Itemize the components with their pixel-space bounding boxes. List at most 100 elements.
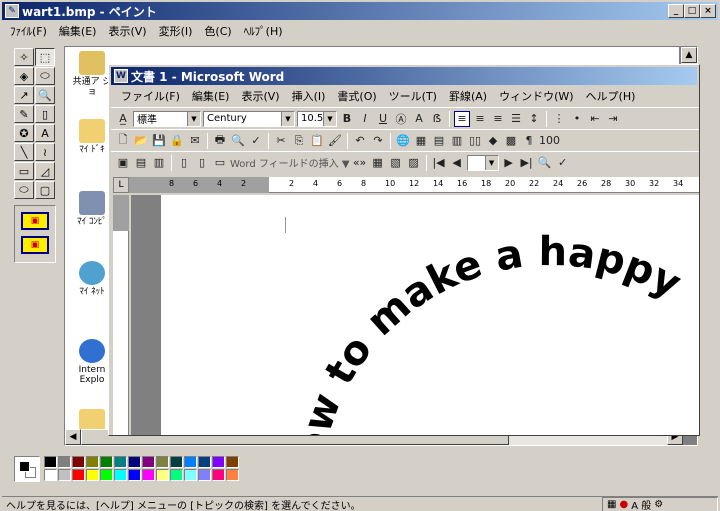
color-swatch[interactable] xyxy=(58,469,71,481)
color-swatch[interactable] xyxy=(72,469,85,481)
word-menu-edit[interactable]: 編集(E) xyxy=(186,88,236,104)
document-map-icon[interactable]: ▩ xyxy=(503,133,519,149)
fill-tool[interactable]: ⬭ xyxy=(35,67,55,85)
color-swatch[interactable] xyxy=(198,456,211,468)
polygon-tool[interactable]: ◿ xyxy=(35,162,55,180)
color-swatch[interactable] xyxy=(184,469,197,481)
line-tool[interactable]: ╲ xyxy=(14,143,34,161)
drawing-icon[interactable]: ◆ xyxy=(485,133,501,149)
word-menu-file[interactable]: ファイル(F) xyxy=(115,88,186,104)
hyperlink-icon[interactable]: 🌐 xyxy=(395,133,411,149)
transparent-option-icon[interactable]: ▣ xyxy=(21,236,49,254)
color-swatch[interactable] xyxy=(86,469,99,481)
align-center-icon[interactable]: ≡ xyxy=(472,111,488,127)
color-swatch[interactable] xyxy=(100,469,113,481)
settings-icon[interactable]: ⚙ xyxy=(654,499,663,510)
color-swatch[interactable] xyxy=(86,456,99,468)
word-menu-format[interactable]: 書式(O) xyxy=(331,88,382,104)
columns-icon[interactable]: ▯▯ xyxy=(467,133,483,149)
insert-greeting-icon[interactable]: ▯ xyxy=(194,155,210,171)
highlight-fields-icon[interactable]: ▦ xyxy=(370,155,386,171)
word-menu-insert[interactable]: 挿入(I) xyxy=(286,88,332,104)
tables-borders-icon[interactable]: ▦ xyxy=(413,133,429,149)
underline-icon[interactable]: U xyxy=(375,111,391,127)
increase-indent-icon[interactable]: ⇥ xyxy=(605,111,621,127)
color-swatch[interactable] xyxy=(142,456,155,468)
font-combo[interactable]: Century xyxy=(203,110,295,127)
color-swatch[interactable] xyxy=(170,456,183,468)
text-tool[interactable]: A xyxy=(35,124,55,142)
new-document-icon[interactable]: 🗋 xyxy=(115,133,131,149)
color-swatch[interactable] xyxy=(212,456,225,468)
color-swatch[interactable] xyxy=(128,456,141,468)
word-menu-help[interactable]: ヘルプ(H) xyxy=(580,88,642,104)
insert-table-icon[interactable]: ▤ xyxy=(431,133,447,149)
color-swatch[interactable] xyxy=(170,469,183,481)
decrease-indent-icon[interactable]: ⇤ xyxy=(587,111,603,127)
color-swatch[interactable] xyxy=(72,456,85,468)
opaque-option-icon[interactable]: ▣ xyxy=(21,212,49,230)
zoom-value[interactable]: 100 xyxy=(539,133,560,149)
menu-view[interactable]: 表示(V) xyxy=(102,23,152,39)
numbering-icon[interactable]: ⋮ xyxy=(551,111,567,127)
color-swatch[interactable] xyxy=(44,456,57,468)
color-swatch[interactable] xyxy=(226,456,239,468)
airbrush-tool[interactable]: ✪ xyxy=(14,124,34,142)
color-swatch[interactable] xyxy=(114,469,127,481)
record-input[interactable] xyxy=(466,154,499,171)
menu-image[interactable]: 変形(I) xyxy=(153,23,199,39)
align-right-icon[interactable]: ≡ xyxy=(490,111,506,127)
menu-file[interactable]: ﾌｧｲﾙ(F) xyxy=(4,23,53,39)
save-icon[interactable]: 💾 xyxy=(151,133,167,149)
shading-char-icon[interactable]: A xyxy=(411,111,427,127)
pencil-tool[interactable]: ✎ xyxy=(14,105,34,123)
align-justify-icon[interactable]: ≡ xyxy=(454,110,470,127)
word-field-insert[interactable]: Word フィールドの挿入 ▼ xyxy=(230,155,350,171)
word-titlebar[interactable]: W 文書 1 - Microsoft Word xyxy=(111,67,697,85)
insert-excel-icon[interactable]: ▥ xyxy=(449,133,465,149)
color-swatch[interactable] xyxy=(226,469,239,481)
word-menu-window[interactable]: ウィンドウ(W) xyxy=(493,88,579,104)
spelling-icon[interactable]: ✓ xyxy=(248,133,264,149)
bullets-icon[interactable]: • xyxy=(569,111,585,127)
rect-select-tool[interactable]: ⬚ xyxy=(35,48,55,66)
open-data-source-icon[interactable]: ▤ xyxy=(133,155,149,171)
color-swatch[interactable] xyxy=(156,469,169,481)
document-page[interactable]: How to make a happy xyxy=(161,195,699,435)
scale-char-icon[interactable]: ẞ xyxy=(429,111,445,127)
propagate-labels-icon[interactable]: ▨ xyxy=(406,155,422,171)
menu-edit[interactable]: 編集(E) xyxy=(53,23,103,39)
scroll-left-button[interactable]: ◀ xyxy=(65,429,81,445)
magnifier-tool[interactable]: 🔍 xyxy=(35,86,55,104)
word-menu-view[interactable]: 表示(V) xyxy=(235,88,285,104)
cut-icon[interactable]: ✂ xyxy=(273,133,289,149)
color-swatch[interactable] xyxy=(184,456,197,468)
border-char-icon[interactable]: Ⓐ xyxy=(393,111,409,127)
paint-titlebar[interactable]: ✎ wart1.bmp - ペイント _ □ × xyxy=(2,2,718,20)
maximize-button[interactable]: □ xyxy=(684,4,700,18)
color-swatch[interactable] xyxy=(156,456,169,468)
insert-merge-field-icon[interactable]: ▭ xyxy=(212,155,228,171)
open-icon[interactable]: 📂 xyxy=(133,133,149,149)
size-combo[interactable]: 10.5 xyxy=(297,110,337,127)
first-record-icon[interactable]: |◀ xyxy=(431,155,447,171)
rounded-rect-tool[interactable]: ▢ xyxy=(35,181,55,199)
color-swatch[interactable] xyxy=(212,469,225,481)
word-menu-tools[interactable]: ツール(T) xyxy=(383,88,443,104)
last-record-icon[interactable]: ▶| xyxy=(519,155,535,171)
color-swatch[interactable] xyxy=(44,469,57,481)
color-swatch[interactable] xyxy=(198,469,211,481)
redo-icon[interactable]: ↷ xyxy=(370,133,386,149)
color-swatch[interactable] xyxy=(114,456,127,468)
print-icon[interactable]: 🖶 xyxy=(212,133,228,149)
line-spacing-icon[interactable]: ↕ xyxy=(526,111,542,127)
rectangle-tool[interactable]: ▭ xyxy=(14,162,34,180)
check-errors-icon[interactable]: ✓ xyxy=(555,155,571,171)
insert-address-block-icon[interactable]: ▯ xyxy=(176,155,192,171)
ime-mode[interactable]: A 般 xyxy=(631,497,651,511)
color-swatch[interactable] xyxy=(58,456,71,468)
minimize-button[interactable]: _ xyxy=(668,4,684,18)
brush-tool[interactable]: ▯ xyxy=(35,105,55,123)
close-button[interactable]: × xyxy=(700,4,716,18)
word-menu-table[interactable]: 罫線(A) xyxy=(443,88,493,104)
